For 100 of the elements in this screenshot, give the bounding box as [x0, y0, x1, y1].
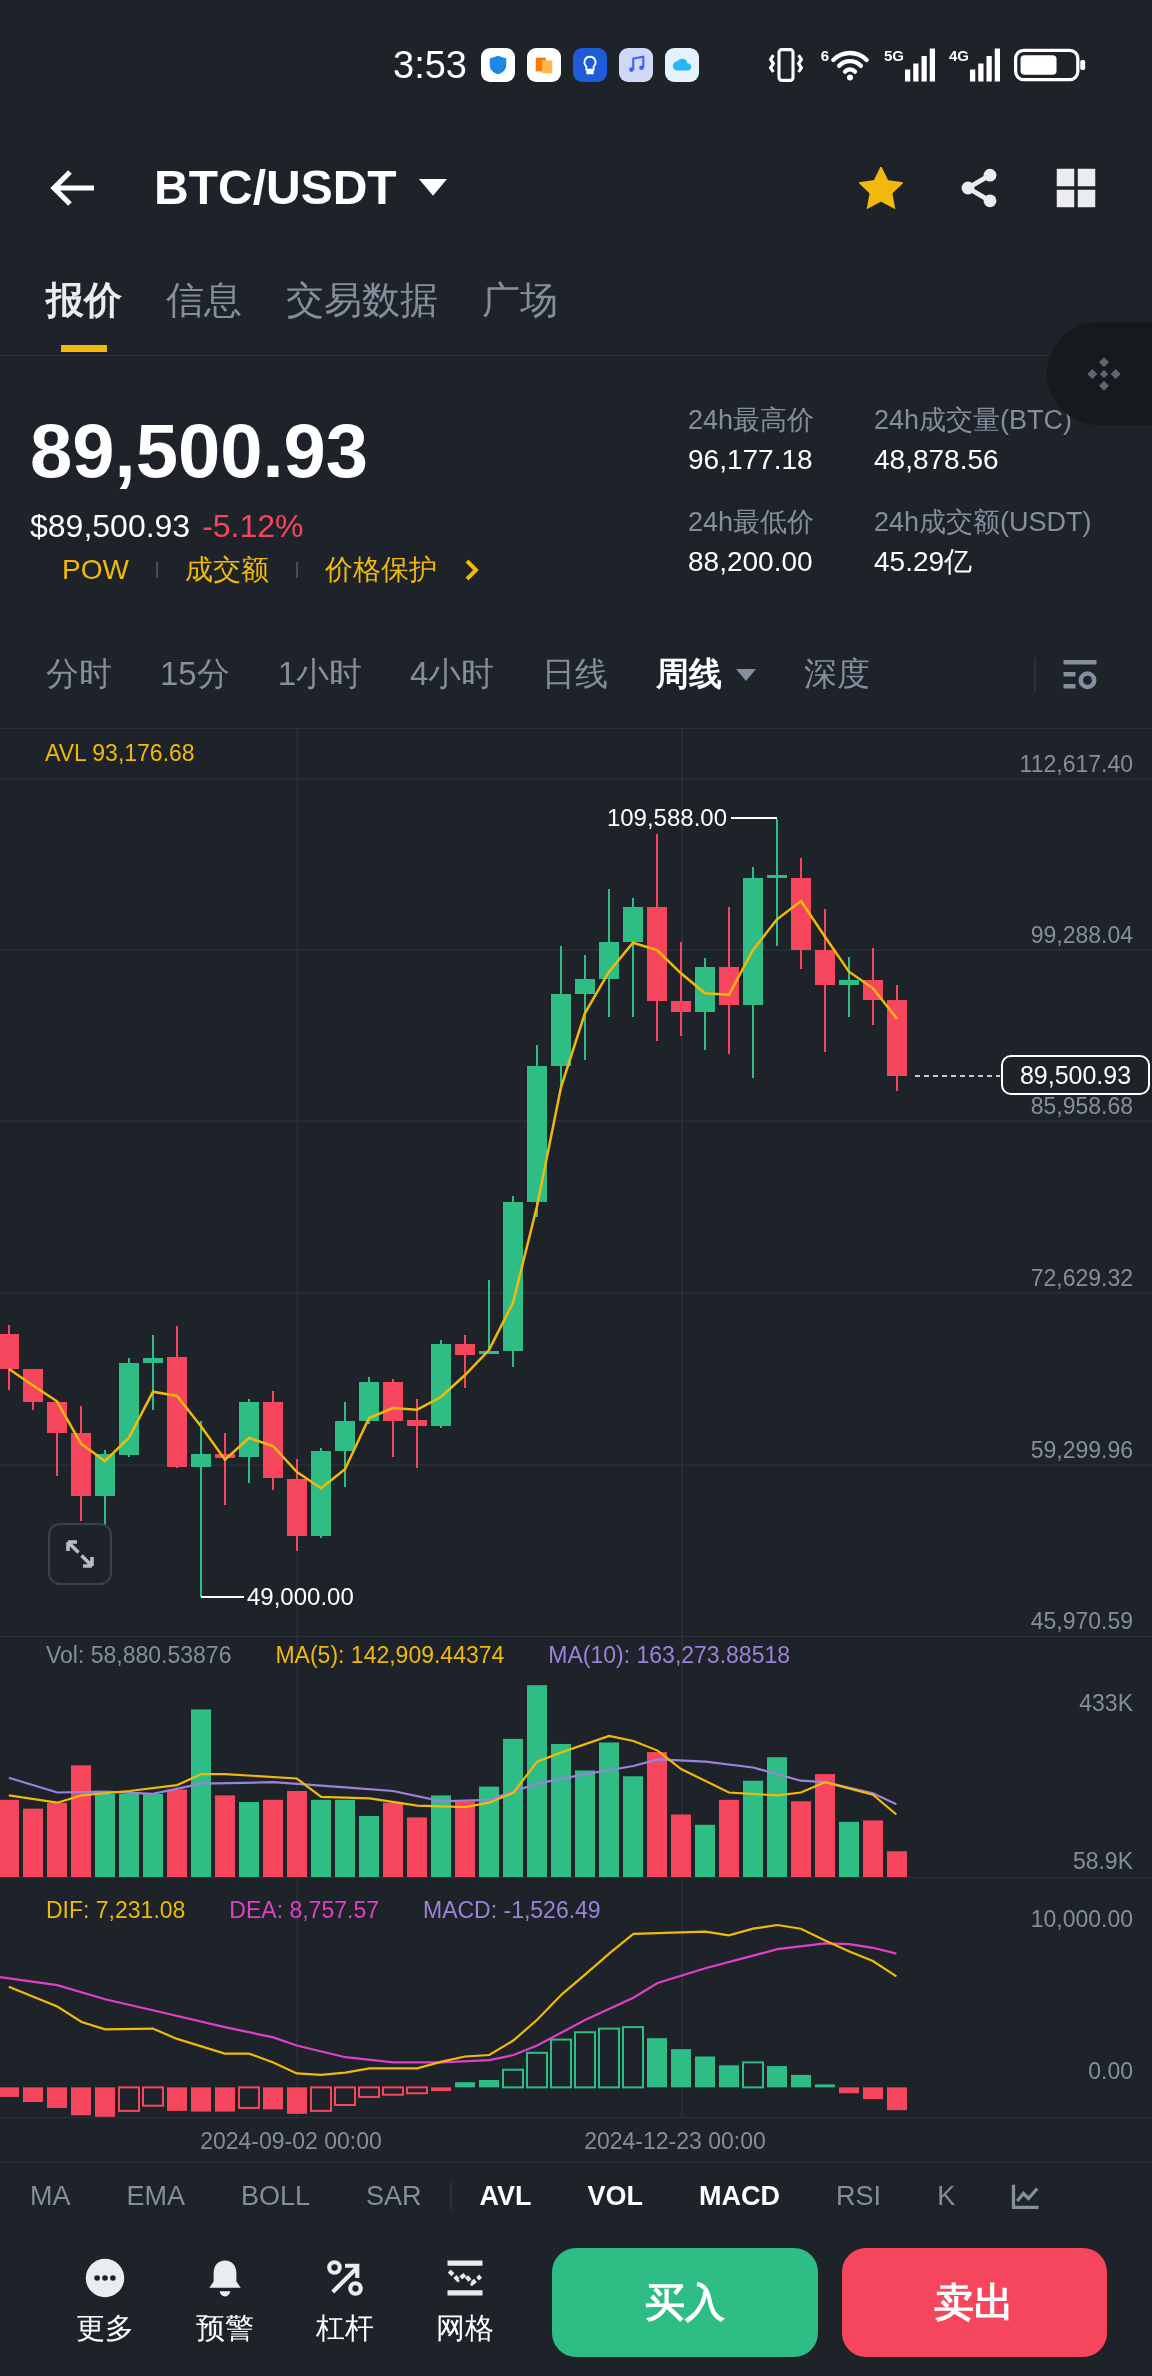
price-axis-label: 99,288.04: [1030, 922, 1133, 948]
macd-bar: [310, 2086, 332, 2112]
macd-bar: [118, 2086, 140, 2112]
candle: [407, 1398, 427, 1469]
legend-value: Vol: 58,880.53876: [46, 1642, 232, 1668]
battery-icon: [1014, 48, 1086, 82]
indicator-tab[interactable]: K: [937, 2180, 956, 2212]
macd-bar: [358, 2086, 380, 2098]
macd-bar: [742, 2061, 764, 2089]
chevron-right-icon: [463, 558, 480, 582]
price-axis-label: 72,629.32: [1030, 1265, 1133, 1291]
indicator-tab[interactable]: VOL: [587, 2180, 644, 2212]
stat-label: 24h成交额(USDT): [874, 506, 1092, 539]
caret-icon: [418, 179, 447, 196]
interval-tab[interactable]: 15分: [160, 652, 230, 697]
leader-line: [200, 1596, 245, 1598]
indicator-tab[interactable]: RSI: [836, 2180, 882, 2212]
macd-bar: [382, 2086, 404, 2096]
volume-bar: [359, 1816, 379, 1877]
stat-label: 24h最低价: [688, 506, 816, 539]
stat-label: 24h最高价: [688, 404, 816, 437]
tab[interactable]: 交易数据: [286, 245, 438, 355]
volume-bar: [407, 1817, 427, 1877]
signal-icon: [970, 48, 1000, 82]
chart-settings-icon[interactable]: [1062, 657, 1098, 692]
macd-bar: [550, 2038, 572, 2089]
macd-bar: [791, 2074, 811, 2088]
buy-button[interactable]: 买入: [552, 2248, 818, 2357]
toolbar-button[interactable]: 网格: [420, 2256, 510, 2349]
tag-link[interactable]: 价格保护: [324, 552, 437, 588]
shield-icon: [480, 48, 515, 82]
indicator-tab[interactable]: AVL: [479, 2180, 532, 2212]
interval-tab[interactable]: 周线: [656, 652, 757, 697]
indicator-tab[interactable]: SAR: [366, 2180, 422, 2212]
leader-line: [730, 817, 778, 819]
high-price-marker: 109,588.00: [606, 804, 727, 832]
toolbar-button[interactable]: 更多: [60, 2256, 150, 2349]
stat-value: 45.29亿: [874, 545, 974, 579]
macd-bar: [95, 2087, 115, 2117]
indicator-tab[interactable]: EMA: [126, 2180, 185, 2212]
interval-tab[interactable]: 深度: [804, 652, 871, 697]
legend-value: MA(10): 163,273.88518: [548, 1642, 790, 1668]
volume-bar: [695, 1824, 715, 1877]
sell-button[interactable]: 卖出: [841, 2248, 1107, 2357]
macd-bar: [526, 2051, 548, 2089]
tag-link[interactable]: 成交额: [184, 552, 269, 588]
tab[interactable]: 广场: [482, 245, 558, 355]
indicator-tab[interactable]: BOLL: [241, 2180, 311, 2212]
line-chart-icon[interactable]: [1011, 2182, 1042, 2210]
toolbar-button[interactable]: 杠杆: [300, 2256, 390, 2349]
macd-bar: [647, 2038, 667, 2088]
star-icon[interactable]: [859, 166, 903, 209]
interval-tab[interactable]: 日线: [542, 652, 609, 697]
volume-bar: [23, 1808, 43, 1877]
legend-value: MACD: -1,526.49: [422, 1897, 601, 1923]
interval-tab[interactable]: 分时: [46, 652, 112, 697]
macd-bar: [167, 2087, 187, 2111]
price-axis-label: 112,617.40: [1019, 751, 1133, 777]
tag-link[interactable]: POW: [62, 552, 129, 588]
expand-button[interactable]: [48, 1523, 112, 1585]
network-type-label: 5G: [883, 48, 904, 64]
macd-bar: [719, 2065, 739, 2088]
macd-bar: [502, 2068, 524, 2089]
status-time: 3:53: [393, 43, 467, 87]
indicator-tab[interactable]: MA: [30, 2180, 71, 2212]
macd-bar: [263, 2087, 283, 2110]
indicator-tab[interactable]: MACD: [699, 2180, 781, 2212]
macd-axis-label: 10,000.00: [1030, 1906, 1133, 1932]
lightbulb-icon: [572, 48, 607, 82]
macd-bar: [406, 2086, 428, 2095]
stat-label: 24h成交量(BTC): [874, 404, 1074, 437]
stat-value: 48,878.56: [874, 443, 1000, 477]
grid-icon[interactable]: [1055, 166, 1097, 209]
volume-bar: [887, 1851, 907, 1877]
tab[interactable]: 报价: [46, 245, 122, 355]
macd-bar: [238, 2086, 260, 2109]
macd-bar: [142, 2086, 164, 2107]
interval-tab[interactable]: 4小时: [410, 652, 495, 697]
volume-bar: [839, 1821, 859, 1877]
price-change: -5.12%: [202, 507, 304, 546]
network-type-label: 6: [820, 48, 829, 64]
candle: [839, 956, 859, 1018]
candle: [0, 1324, 19, 1391]
price-axis-label: 59,299.96: [1030, 1437, 1133, 1463]
macd-bar: [431, 2087, 451, 2092]
indicator-value: AVL 93,176.68: [45, 740, 195, 766]
interval-tab[interactable]: 1小时: [277, 652, 363, 697]
macd-bar: [598, 2027, 620, 2089]
wifi-icon: [829, 48, 870, 82]
macd-bar: [695, 2056, 715, 2088]
price-axis-label: 45,970.59: [1030, 1608, 1133, 1634]
macd-bar: [191, 2087, 211, 2112]
document-icon: [526, 48, 561, 82]
caret-icon: [736, 668, 757, 681]
toolbar-button[interactable]: 预警: [180, 2256, 270, 2349]
volume-axis-label: 58.9K: [1072, 1848, 1133, 1874]
pair-title[interactable]: BTC/USDT: [154, 160, 397, 215]
time-axis-label: 2024-09-02 00:00: [200, 2128, 382, 2155]
signal-icon: [905, 48, 935, 82]
tab[interactable]: 信息: [166, 245, 242, 355]
